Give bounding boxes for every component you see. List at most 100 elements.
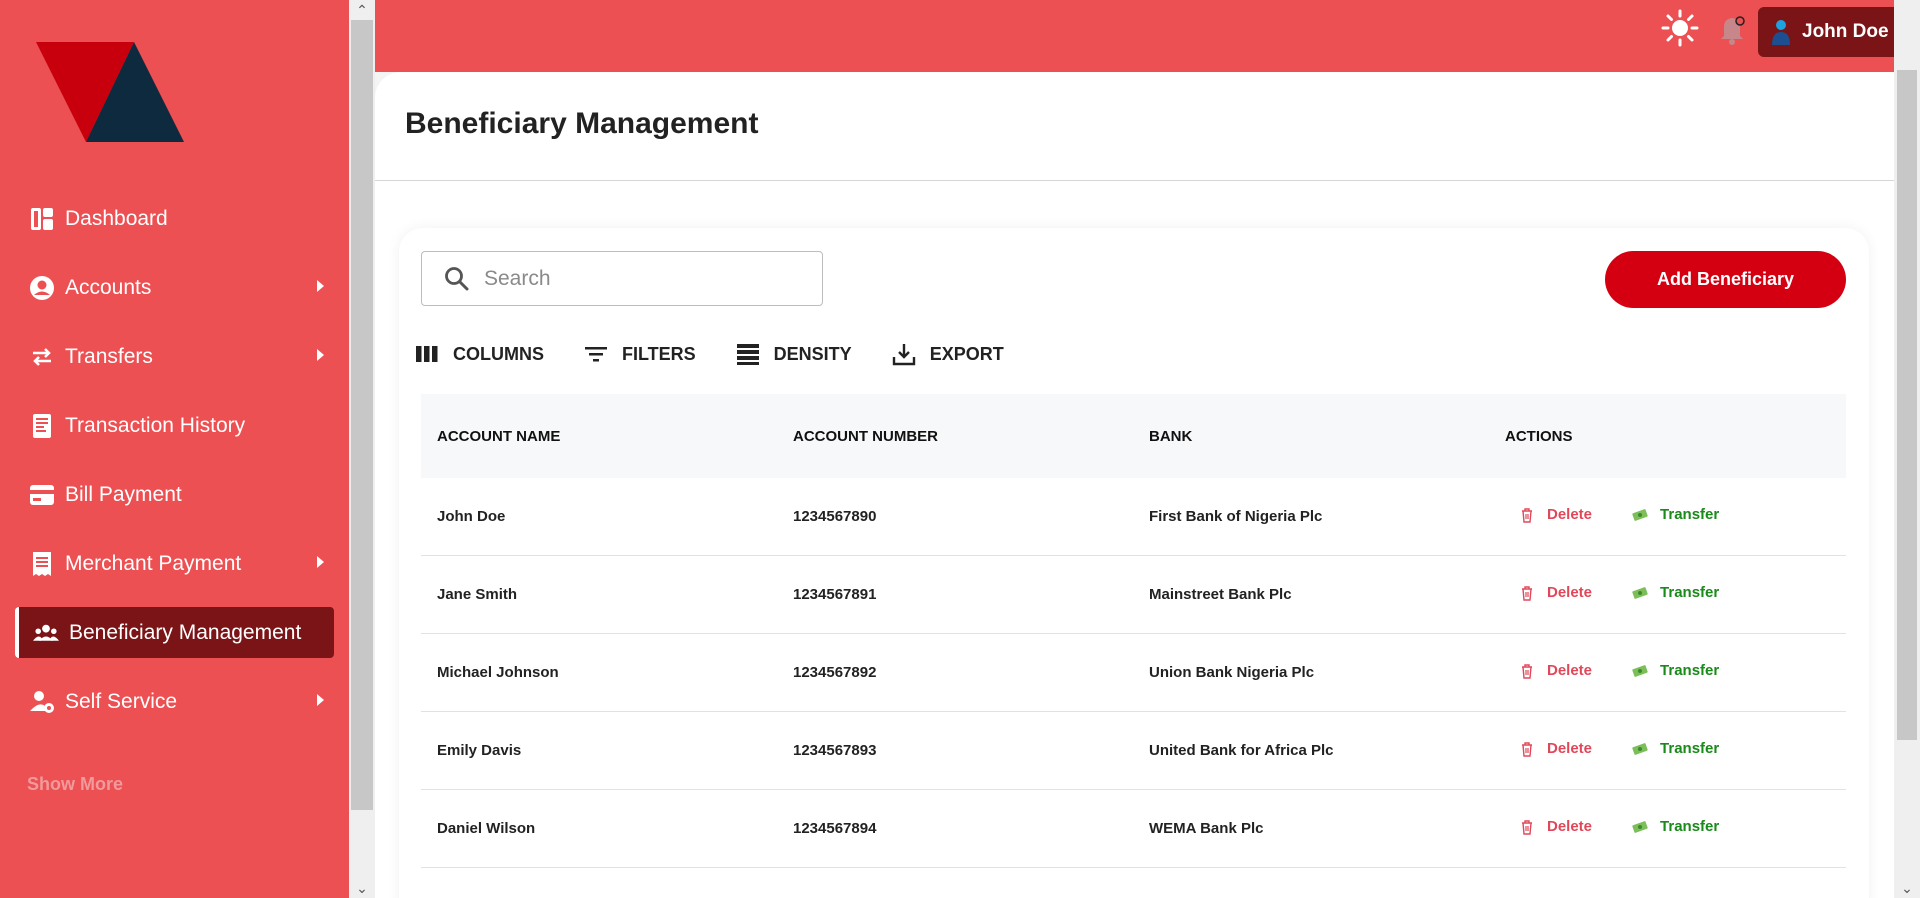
filters-label: FILTERS bbox=[622, 343, 696, 364]
sidebar-item-self-service[interactable]: Self Service bbox=[15, 676, 334, 727]
trash-icon bbox=[1522, 507, 1532, 523]
account-number-cell: 1234567894 bbox=[793, 820, 877, 837]
column-header-account-number[interactable]: ACCOUNT NUMBER bbox=[777, 428, 1133, 445]
user-settings-icon bbox=[29, 689, 55, 715]
delete-label: Delete bbox=[1547, 740, 1593, 757]
delete-button[interactable]: Delete bbox=[1505, 740, 1592, 757]
search-box[interactable] bbox=[421, 251, 823, 306]
columns-label: COLUMNS bbox=[453, 343, 544, 364]
sidebar-item-label: Dashboard bbox=[65, 206, 168, 230]
actions-cell: Delete Transfer bbox=[1489, 740, 1846, 757]
delete-button[interactable]: Delete bbox=[1505, 818, 1592, 835]
scrollbar-thumb[interactable] bbox=[351, 20, 373, 810]
sidebar: Dashboard Accounts Transfers Transaction… bbox=[0, 0, 349, 898]
bank-cell: Mainstreet Bank Plc bbox=[1149, 586, 1292, 603]
scroll-up-arrow-icon[interactable]: ⌃ bbox=[349, 0, 375, 20]
delete-button[interactable]: Delete bbox=[1505, 506, 1592, 523]
invoice-icon bbox=[29, 551, 55, 577]
transfer-button[interactable]: Transfer bbox=[1618, 818, 1719, 835]
user-avatar-icon bbox=[1772, 20, 1790, 45]
columns-button[interactable]: COLUMNS bbox=[409, 338, 550, 370]
sidebar-item-label: Beneficiary Management bbox=[69, 620, 302, 644]
sidebar-item-label: Transfers bbox=[65, 344, 153, 368]
transfer-label: Transfer bbox=[1660, 506, 1720, 523]
sidebar-item-beneficiary-management[interactable]: Beneficiary Management bbox=[15, 607, 334, 658]
account-number-cell: 1234567892 bbox=[793, 664, 877, 681]
filters-button[interactable]: FILTERS bbox=[578, 338, 702, 370]
bank-cell: WEMA Bank Plc bbox=[1149, 820, 1264, 837]
page-title: Beneficiary Management bbox=[405, 107, 759, 140]
chevron-right-icon bbox=[317, 349, 324, 361]
table-row[interactable]: Emily Davis 1234567893 United Bank for A… bbox=[421, 712, 1846, 790]
sidebar-item-transfers[interactable]: Transfers bbox=[15, 331, 334, 382]
scroll-down-arrow-icon[interactable]: ⌄ bbox=[1894, 878, 1920, 898]
dashboard-icon bbox=[29, 206, 55, 232]
grid-toolbar: COLUMNS FILTERS DENSITY EXPORT bbox=[409, 336, 1038, 372]
sidebar-item-label: Accounts bbox=[65, 275, 152, 299]
export-label: EXPORT bbox=[929, 343, 1004, 364]
transfer-label: Transfer bbox=[1660, 818, 1720, 835]
column-header-account-name[interactable]: ACCOUNT NAME bbox=[421, 428, 777, 445]
transfer-label: Transfer bbox=[1660, 584, 1720, 601]
table-row[interactable]: Michael Johnson 1234567892 Union Bank Ni… bbox=[421, 634, 1846, 712]
sidebar-item-label: Bill Payment bbox=[65, 482, 182, 506]
transfer-button[interactable]: Transfer bbox=[1618, 584, 1719, 601]
sidebar-scrollbar[interactable]: ⌃ ⌄ bbox=[349, 0, 375, 898]
sidebar-item-dashboard[interactable]: Dashboard bbox=[15, 193, 334, 244]
trash-icon bbox=[1522, 819, 1532, 835]
trash-icon bbox=[1522, 741, 1532, 757]
density-icon bbox=[736, 344, 759, 365]
user-name: John Doe bbox=[1802, 21, 1889, 42]
money-icon bbox=[1632, 586, 1648, 599]
search-input[interactable] bbox=[484, 266, 804, 291]
export-button[interactable]: EXPORT bbox=[886, 338, 1010, 370]
page-scrollbar[interactable]: ⌄ bbox=[1894, 0, 1920, 898]
sidebar-item-transaction-history[interactable]: Transaction History bbox=[15, 400, 334, 451]
account-number-cell: 1234567893 bbox=[793, 742, 877, 759]
add-beneficiary-button[interactable]: Add Beneficiary bbox=[1605, 251, 1846, 308]
notification-bell-icon[interactable] bbox=[1718, 12, 1748, 46]
account-name-cell: Emily Davis bbox=[437, 742, 522, 759]
table-header: ACCOUNT NAME ACCOUNT NUMBER BANK ACTIONS bbox=[421, 394, 1846, 478]
download-icon bbox=[892, 344, 915, 366]
sidebar-item-label: Transaction History bbox=[65, 413, 246, 437]
scrollbar-thumb[interactable] bbox=[1897, 70, 1917, 740]
delete-button[interactable]: Delete bbox=[1505, 584, 1592, 601]
table-row[interactable]: Daniel Wilson 1234567894 WEMA Bank Plc D… bbox=[421, 790, 1846, 868]
transfer-label: Transfer bbox=[1660, 662, 1720, 679]
column-header-actions[interactable]: ACTIONS bbox=[1489, 428, 1846, 445]
bank-cell: First Bank of Nigeria Plc bbox=[1149, 508, 1323, 525]
beneficiary-panel: Add Beneficiary COLUMNS FILTERS DENSITY bbox=[399, 228, 1869, 898]
columns-icon bbox=[416, 346, 438, 362]
table-row[interactable]: John Doe 1234567890 First Bank of Nigeri… bbox=[421, 478, 1846, 556]
actions-cell: Delete Transfer bbox=[1489, 506, 1846, 523]
account-number-cell: 1234567890 bbox=[793, 508, 877, 525]
sidebar-item-bill-payment[interactable]: Bill Payment bbox=[15, 469, 334, 520]
transfer-button[interactable]: Transfer bbox=[1618, 506, 1719, 523]
delete-button[interactable]: Delete bbox=[1505, 662, 1592, 679]
actions-cell: Delete Transfer bbox=[1489, 818, 1846, 835]
table-row[interactable]: Jane Smith 1234567891 Mainstreet Bank Pl… bbox=[421, 556, 1846, 634]
account-name-cell: Jane Smith bbox=[437, 586, 518, 603]
account-name-cell: Daniel Wilson bbox=[437, 820, 536, 837]
money-icon bbox=[1632, 508, 1648, 521]
scroll-down-arrow-icon[interactable]: ⌄ bbox=[349, 878, 375, 898]
density-button[interactable]: DENSITY bbox=[730, 338, 858, 370]
transfer-button[interactable]: Transfer bbox=[1618, 662, 1719, 679]
column-header-bank[interactable]: BANK bbox=[1133, 428, 1489, 445]
transfer-button[interactable]: Transfer bbox=[1618, 740, 1719, 757]
trash-icon bbox=[1522, 663, 1532, 679]
divider bbox=[375, 180, 1894, 181]
density-label: DENSITY bbox=[773, 343, 852, 364]
filter-icon bbox=[585, 347, 607, 362]
actions-cell: Delete Transfer bbox=[1489, 584, 1846, 601]
sidebar-item-accounts[interactable]: Accounts bbox=[15, 262, 334, 313]
receipt-icon bbox=[29, 413, 55, 439]
sidebar-nav: Dashboard Accounts Transfers Transaction… bbox=[0, 193, 349, 745]
show-more-link[interactable]: Show More bbox=[27, 774, 123, 795]
account-name-cell: Michael Johnson bbox=[437, 664, 559, 681]
money-icon bbox=[1632, 820, 1648, 833]
theme-toggle-sun-icon[interactable] bbox=[1660, 8, 1700, 48]
sidebar-item-merchant-payment[interactable]: Merchant Payment bbox=[15, 538, 334, 589]
money-icon bbox=[1632, 664, 1648, 677]
